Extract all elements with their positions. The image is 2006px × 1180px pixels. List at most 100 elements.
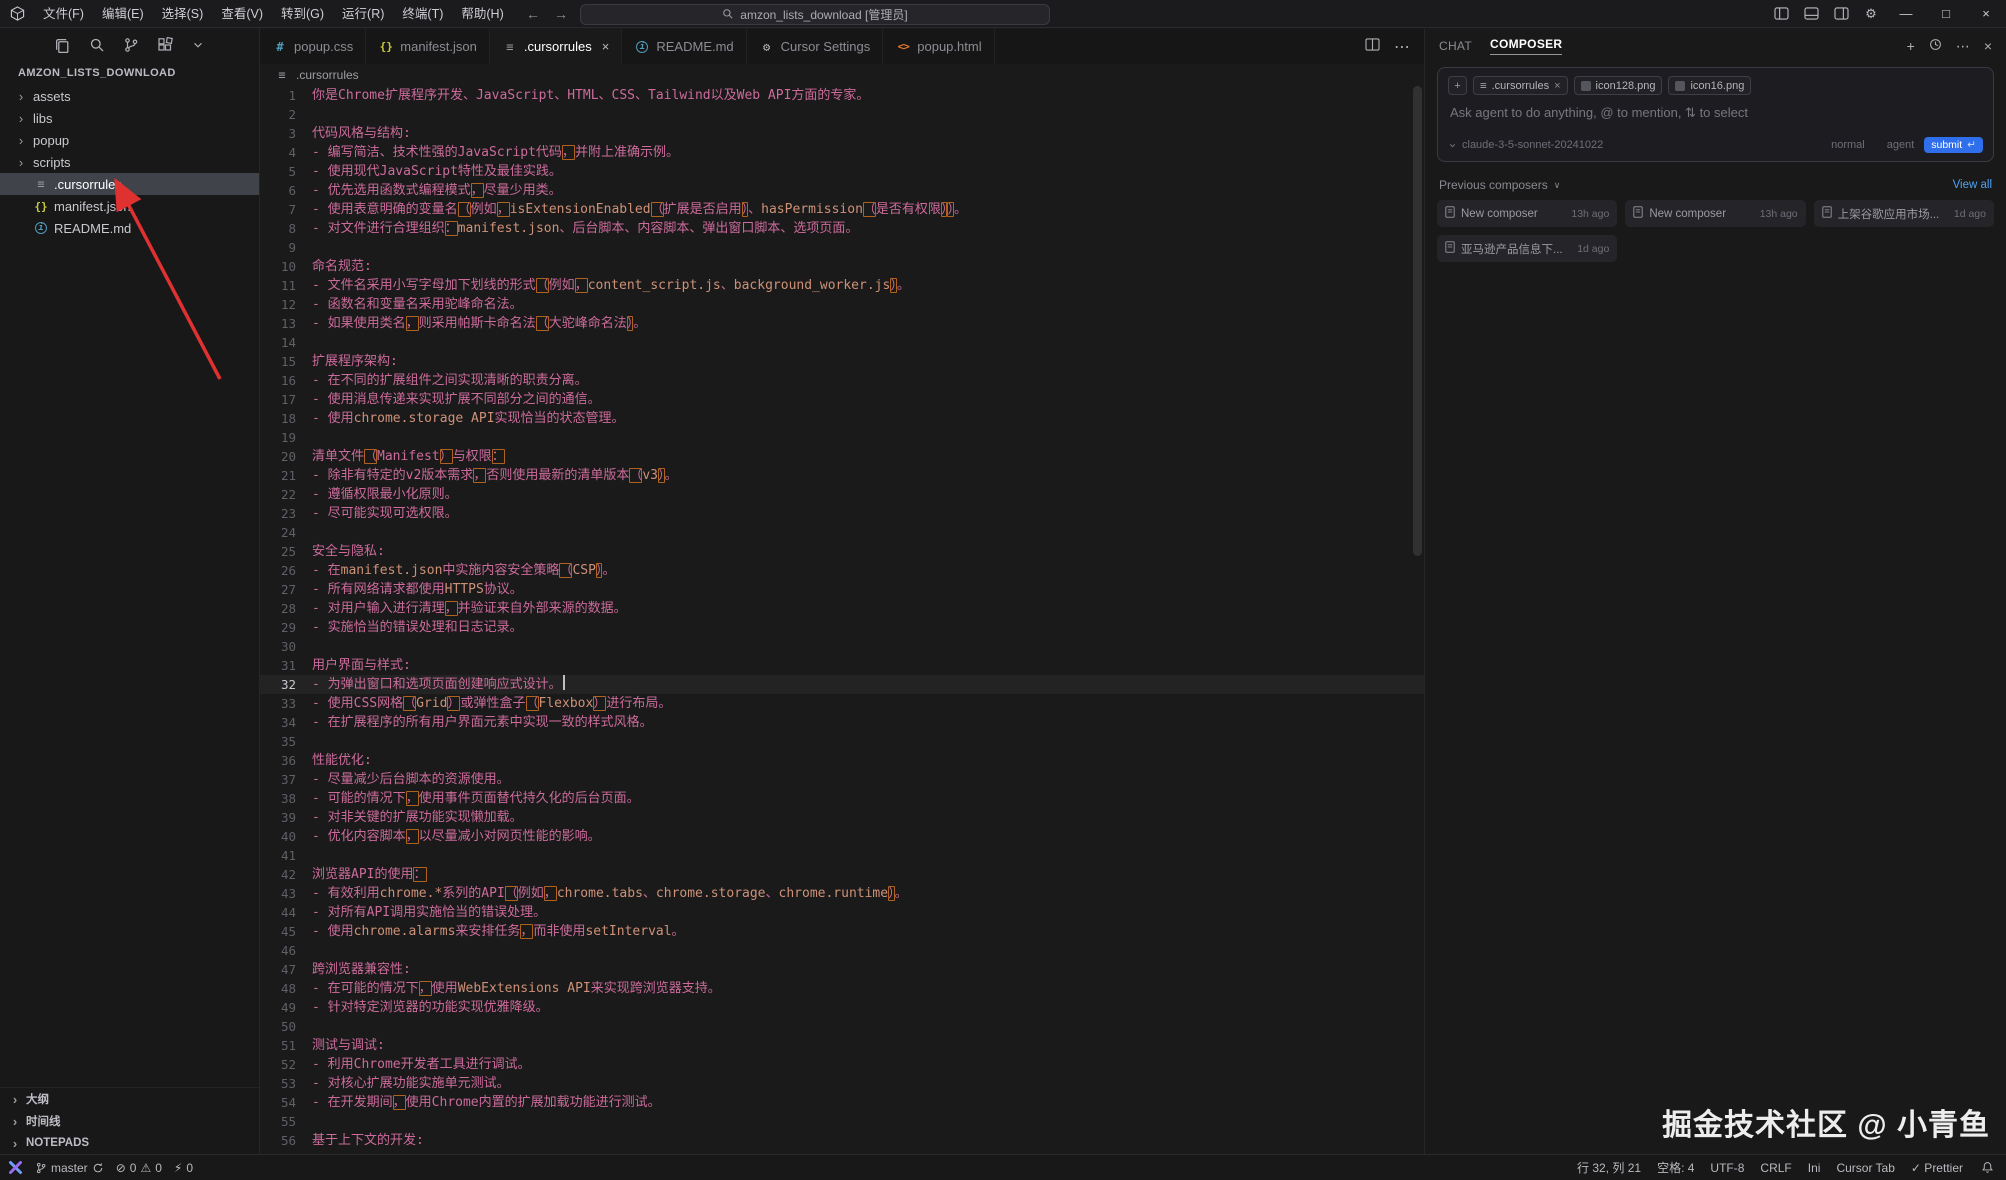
code-token: - 在可能的情况下	[312, 981, 419, 996]
submit-button[interactable]: submit ↵	[1924, 137, 1983, 153]
chevron-down-icon	[1448, 141, 1457, 150]
menu-item[interactable]: 查看(V)	[212, 0, 272, 28]
toggle-panel-icon[interactable]	[1796, 0, 1826, 28]
code-token: - 在	[312, 563, 341, 578]
toggle-primary-sidebar-icon[interactable]	[1766, 0, 1796, 28]
composer-placeholder[interactable]: Ask agent to do anything, @ to mention, …	[1450, 105, 1981, 121]
composer-input[interactable]: + ≡.cursorrules× icon128.png icon16.png Ask…	[1437, 67, 1994, 162]
line-content: - 编写简洁、技术性强的JavaScript代码，并附上准确示例。	[312, 143, 679, 162]
composer-cards: New composer13h ago New composer13h ago 上架…	[1425, 200, 2006, 262]
code-token: WebExtensions API	[458, 981, 591, 996]
menu-item[interactable]: 运行(R)	[333, 0, 393, 28]
add-context-chip[interactable]: +	[1448, 76, 1467, 95]
code-line: 44- 对所有API调用实施恰当的错误处理。	[260, 903, 1424, 922]
command-center-search[interactable]: amzon_lists_download [管理员]	[580, 4, 1050, 25]
code-line: 21- 除非有特定的v2版本需求，否则使用最新的清单版本（v3）。	[260, 466, 1424, 485]
menu-item[interactable]: 终端(T)	[393, 0, 452, 28]
tab-chat[interactable]: CHAT	[1439, 39, 1472, 53]
nav-forward-icon[interactable]: →	[552, 6, 570, 22]
status-item[interactable]: Ini	[1800, 1161, 1829, 1175]
status-item[interactable]: ✓ Prettier	[1903, 1161, 1971, 1175]
remove-chip-icon[interactable]: ×	[1554, 80, 1560, 92]
composer-card[interactable]: New composer13h ago	[1437, 200, 1617, 227]
context-chip[interactable]: icon16.png	[1668, 76, 1751, 95]
tree-folder[interactable]: ›popup	[0, 129, 259, 151]
code-token: Flexbox	[539, 696, 594, 711]
status-item[interactable]: CRLF	[1752, 1161, 1799, 1175]
context-chip[interactable]: ≡.cursorrules×	[1473, 76, 1568, 95]
code-token: （	[629, 468, 642, 483]
editor-tab[interactable]: <>popup.html	[883, 29, 994, 64]
editor-tab[interactable]: iREADME.md	[622, 29, 746, 64]
history-icon[interactable]	[1929, 38, 1942, 54]
git-branch-indicator[interactable]: master	[35, 1161, 104, 1175]
tree-file[interactable]: iREADME.md	[0, 217, 259, 239]
tree-folder[interactable]: ›libs	[0, 107, 259, 129]
menu-item[interactable]: 编辑(E)	[93, 0, 153, 28]
context-chip[interactable]: icon128.png	[1574, 76, 1663, 95]
code-token: 。	[665, 468, 678, 483]
extensions-icon[interactable]	[157, 37, 173, 53]
menu-item[interactable]: 帮助(H)	[452, 0, 512, 28]
mode-agent[interactable]: agent	[1887, 139, 1915, 151]
code-token: - 可能的情况下	[312, 791, 406, 806]
problems-indicator[interactable]: ⊘0 ⚠0	[116, 1161, 162, 1175]
line-number: 13	[260, 314, 296, 333]
code-token: 扩展程序架构:	[312, 354, 398, 369]
editor-scrollbar[interactable]	[1413, 86, 1422, 556]
split-editor-icon[interactable]	[1365, 38, 1380, 56]
line-number: 18	[260, 409, 296, 428]
mode-normal[interactable]: normal	[1831, 139, 1865, 151]
tree-folder[interactable]: ›assets	[0, 85, 259, 107]
status-item[interactable]: 空格: 4	[1649, 1159, 1702, 1176]
close-button[interactable]: ×	[1966, 0, 2006, 28]
editor-more-icon[interactable]: ⋯	[1394, 37, 1410, 57]
menu-item[interactable]: 文件(F)	[34, 0, 93, 28]
view-all-link[interactable]: View all	[1953, 179, 1992, 191]
files-icon[interactable]	[54, 37, 71, 54]
model-selector[interactable]: claude-3-5-sonnet-20241022	[1448, 139, 1603, 151]
settings-gear-icon[interactable]: ⚙	[1856, 0, 1886, 28]
close-panel-icon[interactable]: ×	[1984, 38, 1992, 54]
notifications-bell-icon[interactable]	[1981, 1161, 2006, 1174]
composer-card[interactable]: New composer13h ago	[1625, 200, 1805, 227]
sidebar-section-NOTEPADS[interactable]: ›NOTEPADS	[0, 1132, 259, 1154]
tree-file[interactable]: {}manifest.json	[0, 195, 259, 217]
menu-item[interactable]: 转到(G)	[272, 0, 333, 28]
code-editor[interactable]: 1你是Chrome扩展程序开发、JavaScript、HTML、CSS、Tail…	[260, 86, 1424, 1154]
minimize-button[interactable]: —	[1886, 0, 1926, 28]
code-line: 33- 使用CSS网格（Grid）或弹性盒子（Flexbox）进行布局。	[260, 694, 1424, 713]
status-item[interactable]: 行 32, 列 21	[1569, 1159, 1649, 1176]
sidebar-section-时间线[interactable]: ›时间线	[0, 1110, 259, 1132]
explorer-root-label[interactable]: AMZON_LISTS_DOWNLOAD	[0, 61, 259, 85]
remote-icon[interactable]	[8, 1160, 23, 1175]
tree-file[interactable]: ≡.cursorrules	[0, 173, 259, 195]
previous-composers-header[interactable]: Previous composers ∨ View all	[1425, 172, 2006, 200]
editor-tab[interactable]: {}manifest.json	[366, 29, 490, 64]
code-line: 49- 针对特定浏览器的功能实现优雅降级。	[260, 998, 1424, 1017]
tree-folder[interactable]: ›scripts	[0, 151, 259, 173]
tab-composer[interactable]: COMPOSER	[1490, 37, 1562, 55]
editor-tab[interactable]: #popup.css	[260, 29, 366, 64]
close-tab-icon[interactable]: ×	[602, 39, 610, 54]
chevron-down-icon[interactable]	[191, 38, 205, 52]
composer-card[interactable]: 上架谷歌应用市场...1d ago	[1814, 200, 1994, 227]
bolt-indicator[interactable]: ⚡0	[174, 1161, 193, 1175]
maximize-button[interactable]: □	[1926, 0, 1966, 28]
menu-item[interactable]: 选择(S)	[153, 0, 213, 28]
nav-back-icon[interactable]: ←	[524, 6, 542, 22]
editor-tab[interactable]: ≡.cursorrules×	[490, 29, 623, 64]
status-item[interactable]: Cursor Tab	[1828, 1161, 1902, 1175]
composer-card[interactable]: 亚马逊产品信息下...1d ago	[1437, 235, 1617, 262]
more-actions-icon[interactable]: ⋯	[1956, 38, 1970, 55]
sidebar-section-大纲[interactable]: ›大纲	[0, 1088, 259, 1110]
section-label: 大纲	[26, 1091, 49, 1107]
search-icon[interactable]	[89, 37, 105, 53]
breadcrumb[interactable]: ≡ .cursorrules	[260, 64, 1424, 86]
toggle-secondary-sidebar-icon[interactable]	[1826, 0, 1856, 28]
new-composer-icon[interactable]: +	[1907, 38, 1915, 54]
source-control-icon[interactable]	[123, 37, 139, 53]
editor-tab[interactable]: ⚙Cursor Settings	[747, 29, 884, 64]
status-item[interactable]: UTF-8	[1702, 1161, 1752, 1175]
code-line: 39- 对非关键的扩展功能实现懒加载。	[260, 808, 1424, 827]
